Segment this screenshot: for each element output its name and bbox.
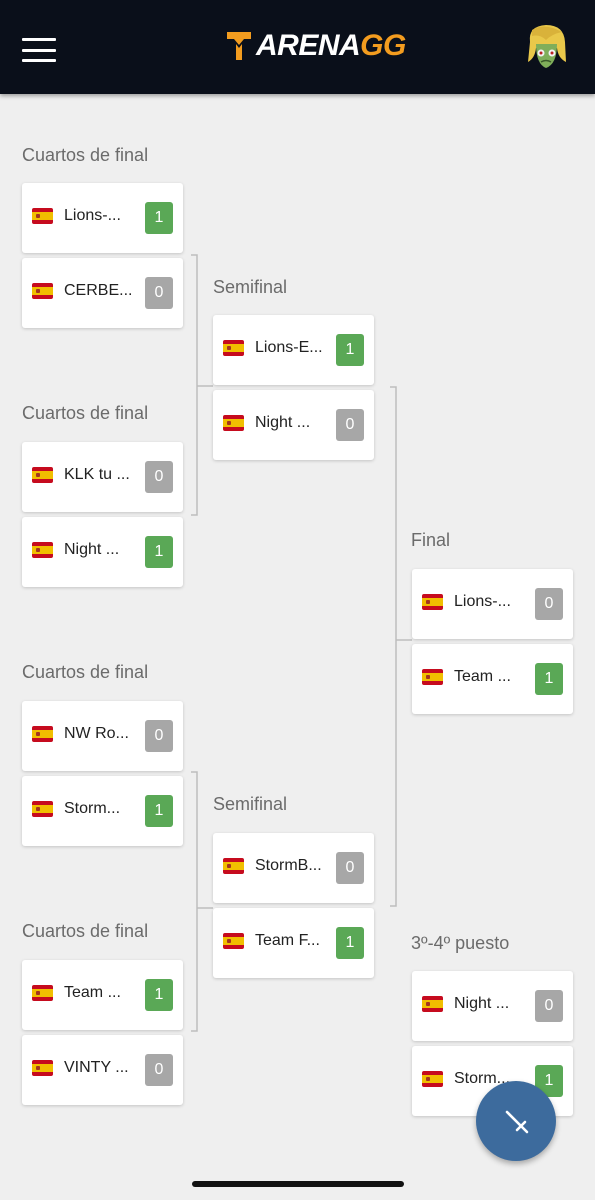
score-badge: 1 [145, 795, 173, 827]
match-team-card[interactable]: Lions-... 1 [22, 183, 183, 253]
score-badge: 0 [145, 461, 173, 493]
spain-flag-icon [32, 1060, 53, 1076]
spain-flag-icon [422, 669, 443, 685]
score-badge: 1 [336, 927, 364, 959]
round-title-quarterfinal: Cuartos de final [22, 403, 149, 423]
spain-flag-icon [422, 594, 443, 610]
team-name: Night ... [64, 541, 120, 558]
team-name: Lions-... [454, 593, 511, 610]
sword-icon [505, 1110, 529, 1134]
team-name: Team ... [64, 984, 121, 1001]
team-name: Night ... [255, 414, 311, 431]
logo-wordmark: ARENAGG [256, 29, 406, 62]
score-badge: 1 [535, 663, 563, 695]
team-name: Team ... [454, 668, 511, 685]
spain-flag-icon [32, 467, 53, 483]
arena-logo-mark-icon [227, 32, 251, 60]
round-title-quarterfinal: Cuartos de final [22, 921, 149, 941]
match-team-card[interactable]: Night ... 0 [213, 390, 374, 460]
round-title-semifinal: Semifinal [213, 794, 288, 814]
team-name: Storm... [64, 800, 121, 817]
hamburger-menu-icon[interactable] [22, 38, 56, 62]
score-badge: 1 [145, 202, 173, 234]
match-team-card[interactable]: Lions-... 0 [412, 569, 573, 639]
match-team-card[interactable]: StormB... 0 [213, 833, 374, 903]
team-name: CERBE... [64, 282, 133, 299]
spain-flag-icon [223, 415, 244, 431]
round-title-final: Final [411, 530, 451, 550]
spain-flag-icon [32, 542, 53, 558]
score-badge: 0 [535, 588, 563, 620]
score-badge: 0 [145, 720, 173, 752]
home-indicator[interactable] [192, 1181, 404, 1187]
match-team-card[interactable]: Night ... 1 [22, 517, 183, 587]
round-title-third-place: 3º-4º puesto [411, 933, 510, 953]
team-name: NW Ro... [64, 725, 129, 742]
round-title-quarterfinal: Cuartos de final [22, 662, 149, 682]
score-badge: 0 [535, 990, 563, 1022]
score-badge: 1 [145, 979, 173, 1011]
spain-flag-icon [32, 801, 53, 817]
match-team-card[interactable]: Team ... 1 [22, 960, 183, 1030]
team-name: StormB... [255, 857, 322, 874]
round-title-semifinal: Semifinal [213, 277, 288, 297]
match-team-card[interactable]: Team ... 1 [412, 644, 573, 714]
team-name: Lions-E... [255, 339, 323, 356]
spain-flag-icon [32, 208, 53, 224]
top-app-bar: ARENAGG [0, 0, 595, 94]
team-name: Lions-... [64, 207, 121, 224]
match-team-card[interactable]: NW Ro... 0 [22, 701, 183, 771]
spain-flag-icon [422, 996, 443, 1012]
spain-flag-icon [223, 340, 244, 356]
score-badge: 1 [336, 334, 364, 366]
sword-fab-button[interactable] [476, 1081, 556, 1161]
match-team-card[interactable]: CERBE... 0 [22, 258, 183, 328]
match-team-card[interactable]: Lions-E... 1 [213, 315, 374, 385]
spain-flag-icon [223, 858, 244, 874]
spain-flag-icon [32, 726, 53, 742]
match-team-card[interactable]: Storm... 1 [22, 776, 183, 846]
match-team-card[interactable]: KLK tu ... 0 [22, 442, 183, 512]
score-badge: 0 [145, 1054, 173, 1086]
score-badge: 0 [145, 277, 173, 309]
spain-flag-icon [32, 985, 53, 1001]
match-team-card[interactable]: VINTY ... 0 [22, 1035, 183, 1105]
zombie-avatar-icon[interactable] [524, 22, 570, 72]
match-team-card[interactable]: Team F... 1 [213, 908, 374, 978]
score-badge: 1 [145, 536, 173, 568]
arenagg-logo[interactable]: ARENAGG [226, 28, 406, 64]
spain-flag-icon [223, 933, 244, 949]
match-team-card[interactable]: Night ... 0 [412, 971, 573, 1041]
spain-flag-icon [32, 283, 53, 299]
team-name: VINTY ... [64, 1059, 129, 1076]
round-title-quarterfinal: Cuartos de final [22, 145, 149, 165]
score-badge: 0 [336, 409, 364, 441]
team-name: Team F... [255, 932, 320, 949]
team-name: KLK tu ... [64, 466, 130, 483]
spain-flag-icon [422, 1071, 443, 1087]
team-name: Night ... [454, 995, 510, 1012]
score-badge: 0 [336, 852, 364, 884]
